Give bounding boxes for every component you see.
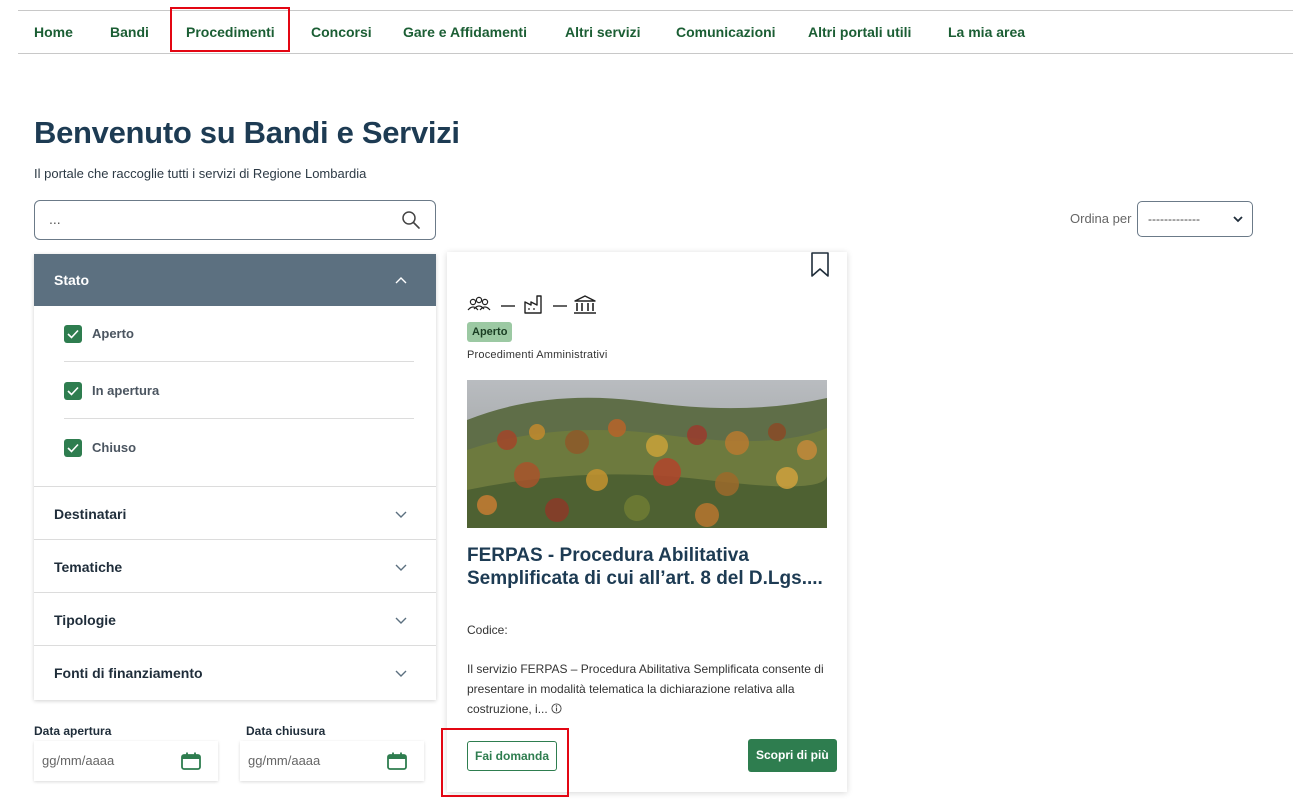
nav-mia-area[interactable]: La mia area: [948, 12, 1025, 52]
sort-selected-value: -------------: [1148, 212, 1200, 226]
audience-icons: [467, 295, 596, 314]
status-badge: Aperto: [467, 322, 513, 342]
search-icon[interactable]: [401, 210, 421, 230]
checkbox-row-aperto[interactable]: Aperto: [64, 306, 414, 362]
chevron-down-icon: [395, 511, 407, 518]
date-chiusura-label: Data chiusura: [246, 724, 326, 738]
sort-select[interactable]: -------------: [1137, 201, 1253, 237]
card-title[interactable]: FERPAS - Procedura Abilitativa Semplific…: [467, 544, 832, 590]
institution-icon: [574, 295, 596, 314]
apply-highlight-box: [441, 728, 569, 797]
accordion-fonti-finanziamento[interactable]: Fonti di finanziamento: [34, 645, 436, 698]
date-apertura-label: Data apertura: [34, 724, 112, 738]
chevron-down-icon: [395, 617, 407, 624]
chevron-down-icon: [395, 564, 407, 571]
checkbox-chiuso[interactable]: [64, 439, 82, 457]
nav-altri-servizi[interactable]: Altri servizi: [565, 12, 640, 52]
filters-panel: Stato Aperto In apertura Chiuso Destinat…: [34, 254, 436, 700]
card-code-label: Codice:: [467, 623, 508, 637]
factory-icon: [524, 295, 542, 314]
checkbox-row-in-apertura[interactable]: In apertura: [64, 363, 414, 419]
calendar-icon[interactable]: [386, 751, 408, 771]
checkbox-aperto[interactable]: [64, 325, 82, 343]
accordion-tipologie[interactable]: Tipologie: [34, 592, 436, 645]
chevron-up-icon: [395, 277, 407, 284]
date-chiusura-field: [240, 741, 424, 781]
accordion-stato-label: Stato: [54, 272, 89, 288]
checkbox-label: Aperto: [92, 326, 134, 341]
accordion-stato[interactable]: Stato: [34, 254, 436, 306]
people-icon: [467, 296, 491, 311]
checkbox-label: Chiuso: [92, 440, 137, 455]
accordion-label: Destinatari: [54, 506, 127, 522]
result-card: Aperto Procedimenti Amministrativi FERPA…: [447, 252, 847, 792]
card-type: Procedimenti Amministrativi: [467, 349, 608, 361]
nav-home[interactable]: Home: [34, 12, 73, 52]
chevron-down-icon: [1233, 216, 1243, 223]
learn-more-button[interactable]: Scopri di più: [748, 739, 837, 772]
bookmark-icon[interactable]: [809, 252, 831, 278]
check-icon: [67, 329, 79, 339]
page-title: Benvenuto su Bandi e Servizi: [34, 115, 460, 150]
date-apertura-input[interactable]: [42, 753, 172, 768]
accordion-label: Fonti di finanziamento: [54, 665, 203, 681]
page-subtitle: Il portale che raccoglie tutti i servizi…: [34, 166, 367, 181]
nav-gare-affidamenti[interactable]: Gare e Affidamenti: [403, 12, 527, 52]
nav-altri-portali[interactable]: Altri portali utili: [808, 12, 911, 52]
date-chiusura-input[interactable]: [248, 753, 378, 768]
procedimenti-highlight-box: [170, 7, 290, 52]
check-icon: [67, 443, 79, 453]
checkbox-in-apertura[interactable]: [64, 382, 82, 400]
calendar-icon[interactable]: [180, 751, 202, 771]
search-input[interactable]: [49, 211, 389, 227]
accordion-label: Tipologie: [54, 612, 116, 628]
search-box: [34, 200, 436, 240]
nav-bandi[interactable]: Bandi: [110, 12, 149, 52]
card-description-text: Il servizio FERPAS – Procedura Abilitati…: [467, 662, 824, 716]
card-image: [467, 380, 827, 528]
date-apertura-field: [34, 741, 218, 781]
accordion-label: Tematiche: [54, 559, 123, 575]
nav-concorsi[interactable]: Concorsi: [311, 12, 372, 52]
checkbox-label: In apertura: [92, 383, 160, 398]
chevron-down-icon: [395, 670, 407, 677]
nav-comunicazioni[interactable]: Comunicazioni: [676, 12, 776, 52]
card-description: Il servizio FERPAS – Procedura Abilitati…: [467, 659, 827, 719]
sort-label: Ordina per: [1070, 211, 1132, 226]
checkbox-row-chiuso[interactable]: Chiuso: [64, 420, 414, 476]
info-icon[interactable]: [551, 703, 562, 714]
accordion-destinatari[interactable]: Destinatari: [34, 486, 436, 539]
check-icon: [67, 386, 79, 396]
accordion-tematiche[interactable]: Tematiche: [34, 539, 436, 592]
